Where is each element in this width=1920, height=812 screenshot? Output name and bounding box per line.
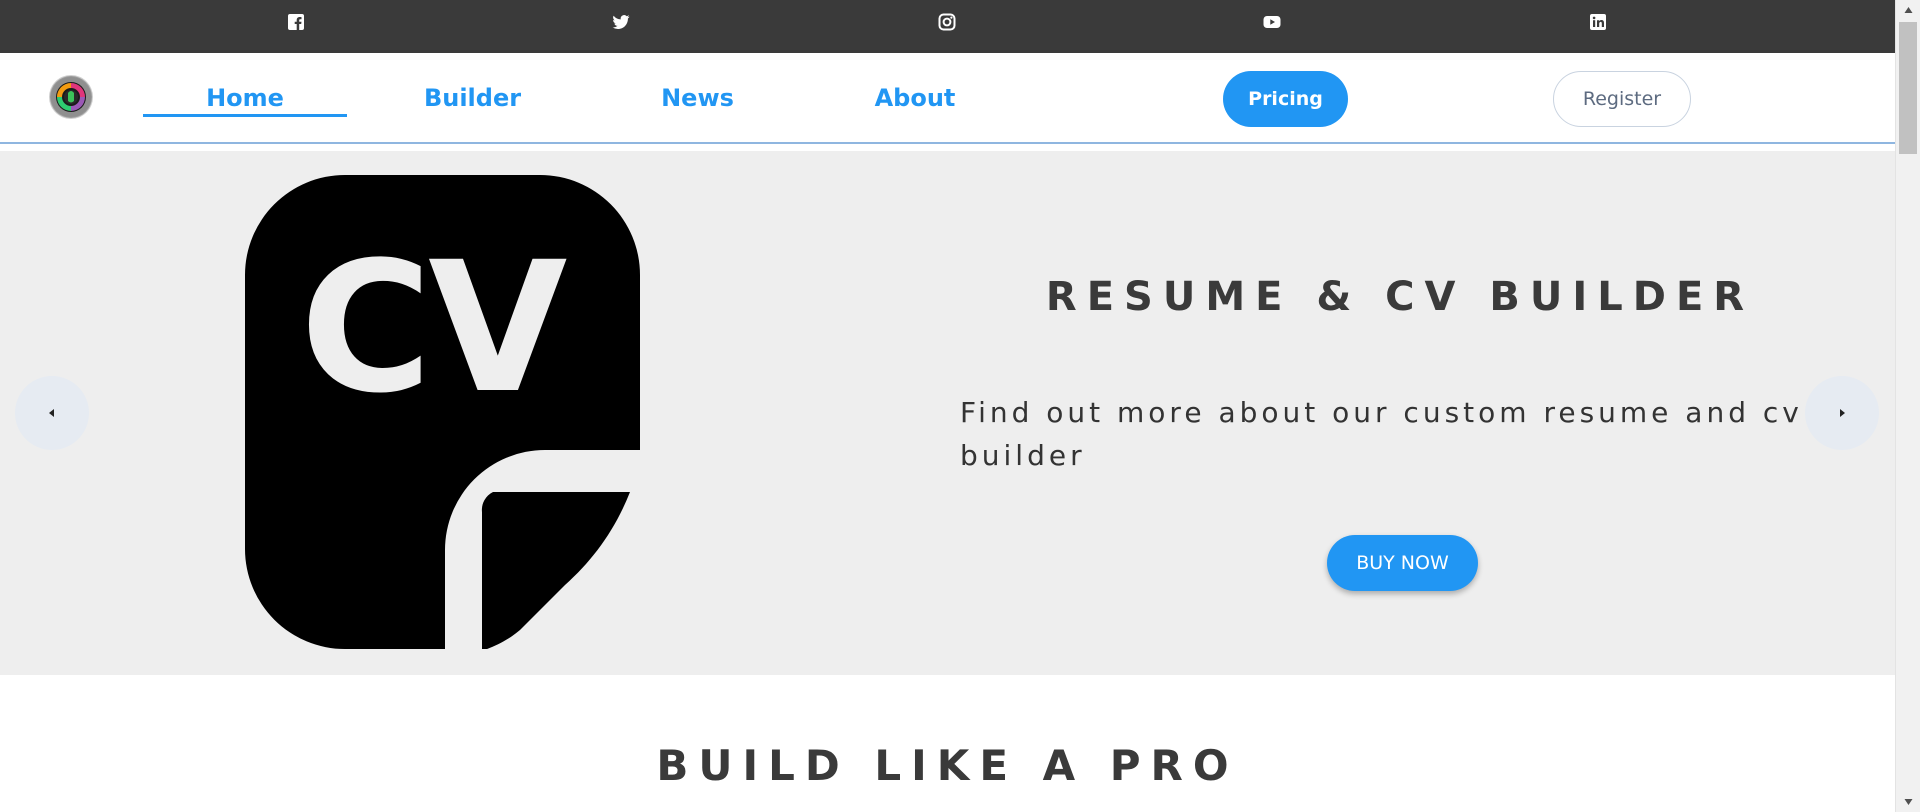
scroll-down-button[interactable] xyxy=(1896,792,1920,812)
instagram-icon[interactable] xyxy=(938,13,956,31)
page: Home Builder News About Pricing Register… xyxy=(0,0,1920,812)
caret-right-icon xyxy=(1840,409,1845,417)
nav-news[interactable]: News xyxy=(650,83,745,117)
linkedin-icon[interactable] xyxy=(1589,13,1607,31)
vertical-scrollbar[interactable] xyxy=(1895,0,1920,812)
hero-title: RESUME & CV BUILDER xyxy=(1045,274,1755,320)
twitter-icon[interactable] xyxy=(612,13,630,31)
hero-carousel: CV RESUME & CV BUILDER Find out more abo… xyxy=(0,151,1895,675)
section-title: BUILD LIKE A PRO xyxy=(656,741,1239,790)
cv-graphic-text: CV xyxy=(300,224,567,433)
caret-left-icon xyxy=(49,409,54,417)
social-bar xyxy=(0,0,1895,53)
pricing-button[interactable]: Pricing xyxy=(1223,71,1348,127)
scroll-down-arrow-icon xyxy=(1904,799,1913,805)
cv-document-icon: CV xyxy=(245,175,640,649)
hero-description: Find out more about our custom resume an… xyxy=(960,396,1803,472)
main-header: Home Builder News About Pricing Register xyxy=(0,53,1895,144)
nav-home[interactable]: Home xyxy=(143,83,347,117)
scrollbar-thumb[interactable] xyxy=(1899,22,1917,154)
nav-about[interactable]: About xyxy=(865,83,965,117)
facebook-icon[interactable] xyxy=(287,13,305,31)
scroll-up-button[interactable] xyxy=(1896,0,1920,20)
logo[interactable] xyxy=(50,76,92,118)
register-button[interactable]: Register xyxy=(1553,71,1691,127)
buy-now-button[interactable]: BUY NOW xyxy=(1327,535,1478,591)
carousel-prev-button[interactable] xyxy=(15,376,89,450)
youtube-icon[interactable] xyxy=(1263,13,1281,31)
scroll-up-arrow-icon xyxy=(1904,7,1913,13)
nav-builder[interactable]: Builder xyxy=(410,83,535,117)
carousel-next-button[interactable] xyxy=(1805,376,1879,450)
